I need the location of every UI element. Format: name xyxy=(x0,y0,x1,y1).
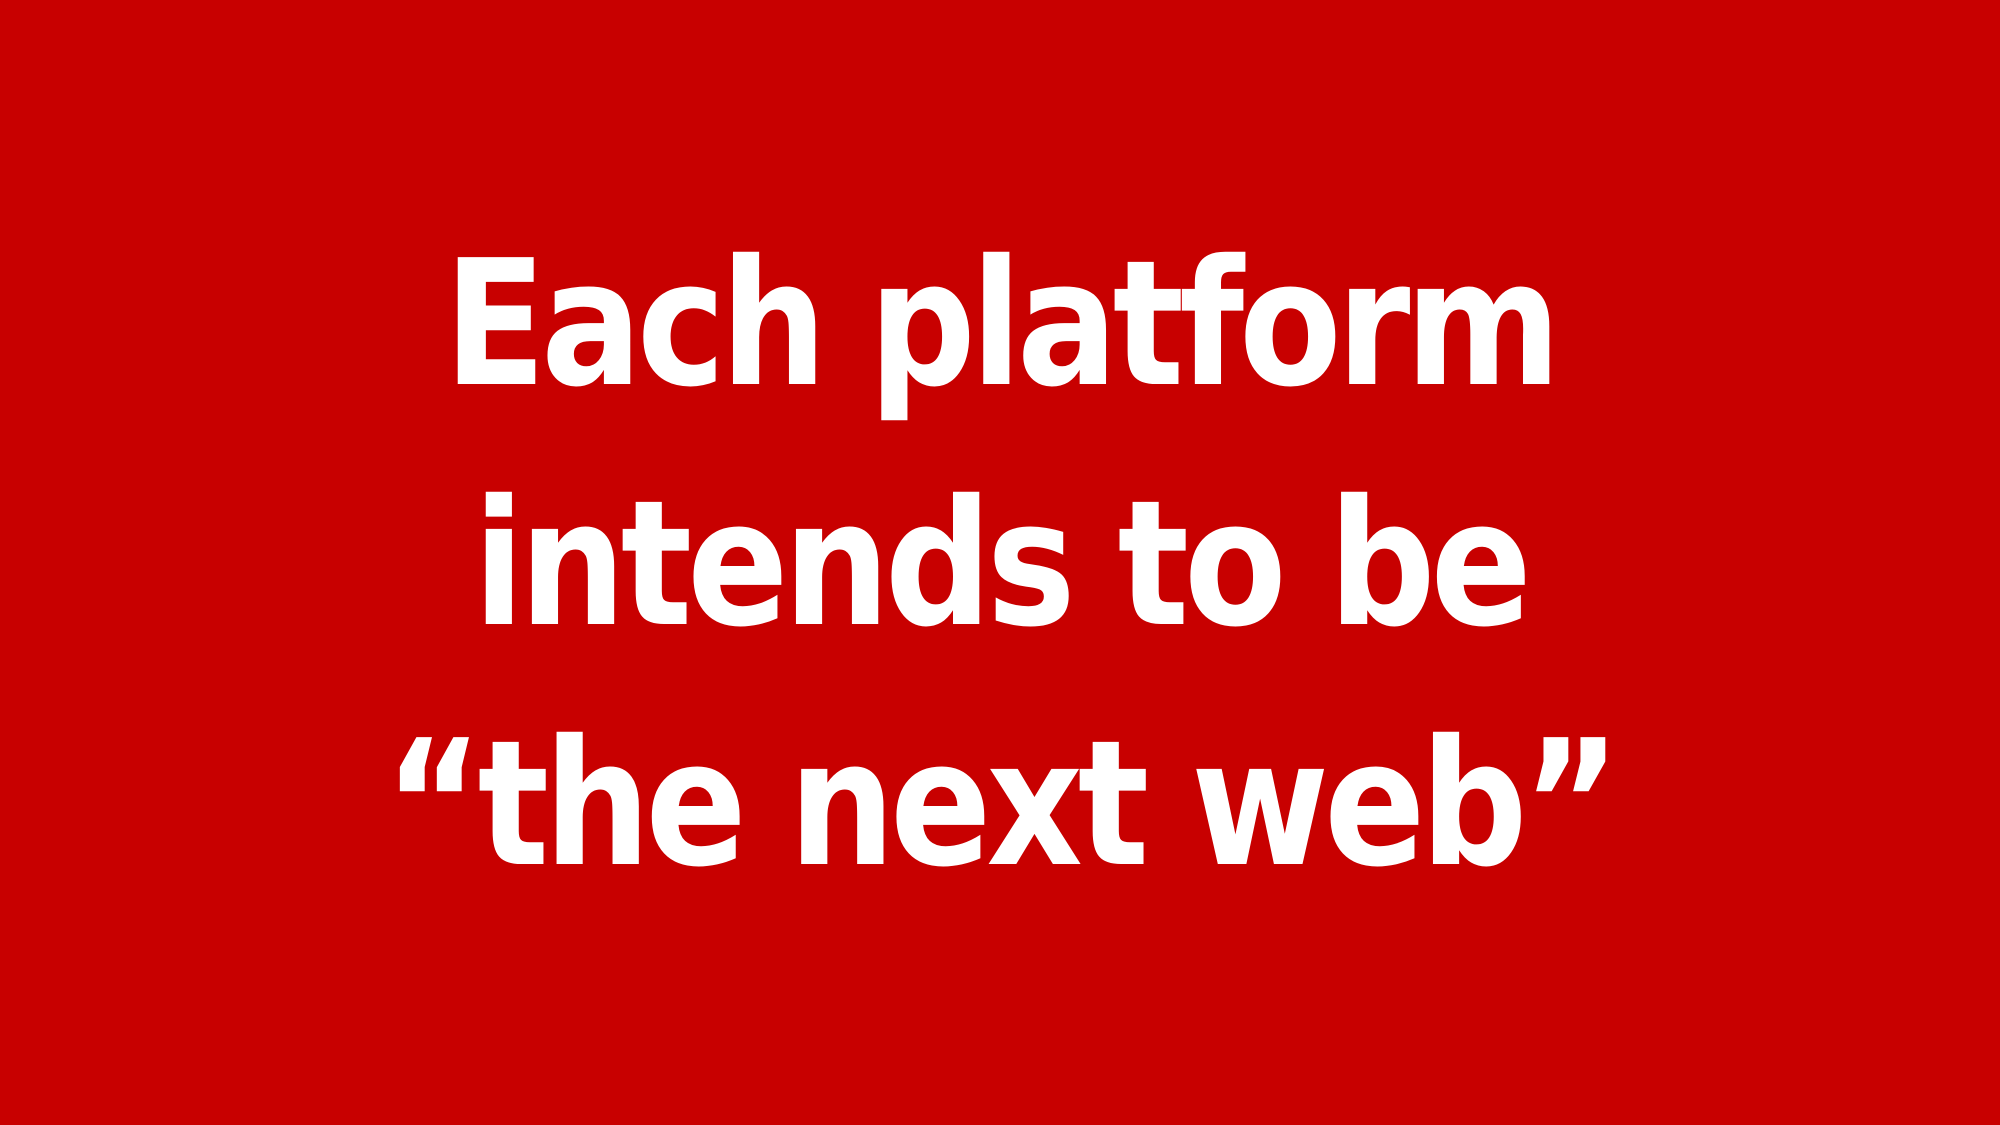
headline: Each platform intends to be “the next we… xyxy=(140,205,1860,925)
headline-line-3: “the next web” xyxy=(384,703,1620,906)
slide: Each platform intends to be “the next we… xyxy=(0,0,2000,1125)
headline-line-2: intends to be xyxy=(473,463,1532,666)
headline-line-1: Each platform xyxy=(443,223,1561,426)
